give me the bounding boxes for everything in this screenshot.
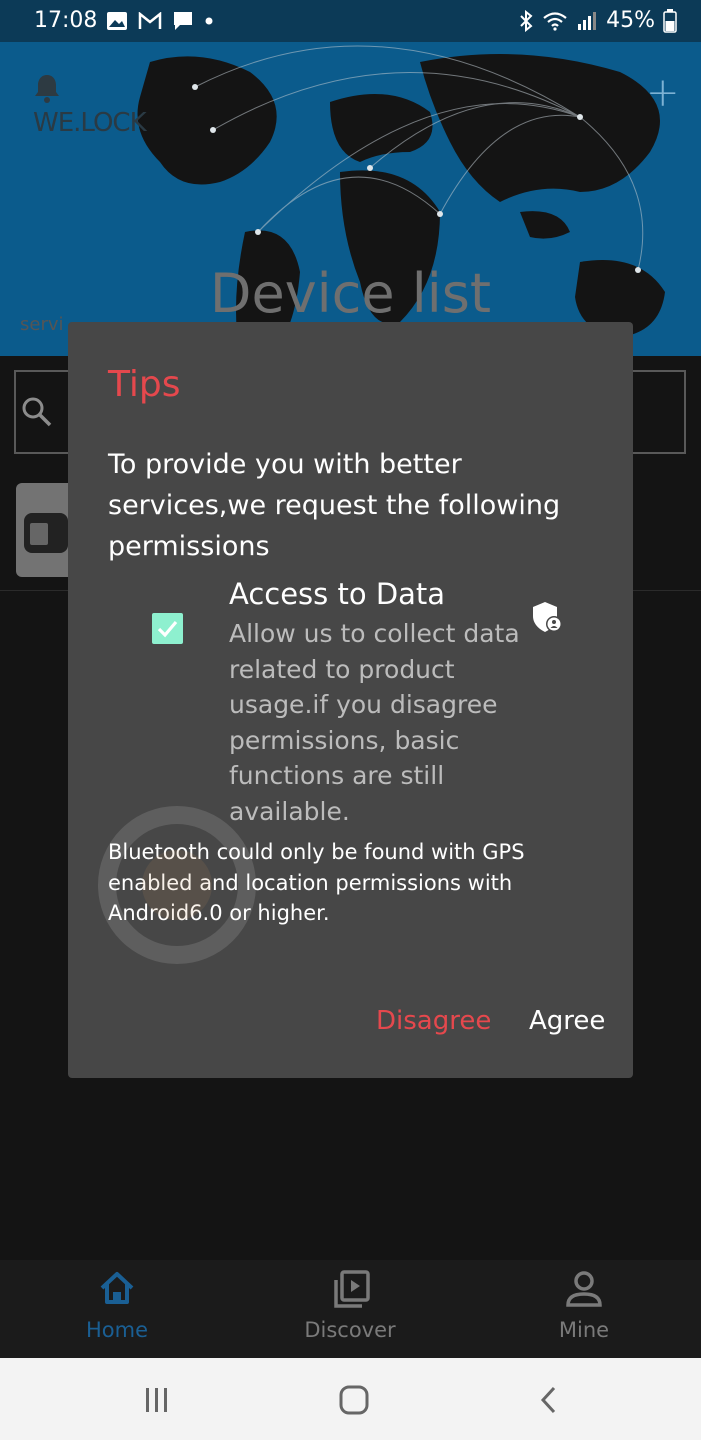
bottom-tab-bar: Home Discover Mine (0, 1260, 701, 1358)
battery-icon (663, 8, 677, 33)
home-nav-icon[interactable] (334, 1380, 374, 1420)
page-title: Device list (209, 262, 492, 325)
permission-title: Access to Data (229, 577, 446, 611)
brand-logo-text: WE.LOCK (33, 108, 147, 138)
wifi-icon (543, 11, 567, 31)
image-icon (107, 12, 127, 30)
play-library-icon (334, 1270, 370, 1308)
tab-label: Mine (558, 1318, 610, 1342)
person-icon (566, 1271, 602, 1307)
dialog-title: Tips (108, 364, 181, 405)
recents-icon[interactable] (140, 1380, 174, 1420)
dot-icon (205, 17, 213, 25)
dialog-intro-text: To provide you with better services,we r… (108, 449, 561, 562)
shield-user-icon (530, 600, 564, 638)
permission-description: Allow us to collect data related to prod… (229, 619, 520, 826)
status-time: 17:08 (34, 8, 98, 33)
disagree-button[interactable]: Disagree (376, 1006, 491, 1036)
bell-icon[interactable] (32, 72, 62, 108)
battery-percent: 45% (606, 8, 655, 33)
bluetooth-icon (520, 9, 533, 32)
watermark-logo (92, 800, 262, 974)
status-bar: 17:08 45% (0, 0, 701, 42)
tab-mine[interactable]: Mine (504, 1260, 664, 1358)
header-subtext: servi (20, 314, 64, 335)
home-icon (100, 1272, 134, 1304)
add-device-button[interactable]: + (646, 70, 680, 116)
tab-discover[interactable]: Discover (270, 1260, 430, 1358)
system-nav-bar (0, 1358, 701, 1440)
tab-home[interactable]: Home (37, 1260, 197, 1358)
signal-icon (578, 11, 597, 30)
check-icon (157, 620, 178, 638)
notification-icons (106, 10, 214, 32)
data-access-checkbox[interactable] (152, 613, 183, 644)
agree-button[interactable]: Agree (529, 1006, 605, 1036)
tab-label: Discover (304, 1318, 396, 1342)
message-icon (174, 12, 192, 30)
gmail-icon (138, 12, 162, 29)
back-icon[interactable] (534, 1380, 564, 1420)
system-icons: 45% (518, 8, 677, 33)
tab-label: Home (85, 1318, 148, 1342)
